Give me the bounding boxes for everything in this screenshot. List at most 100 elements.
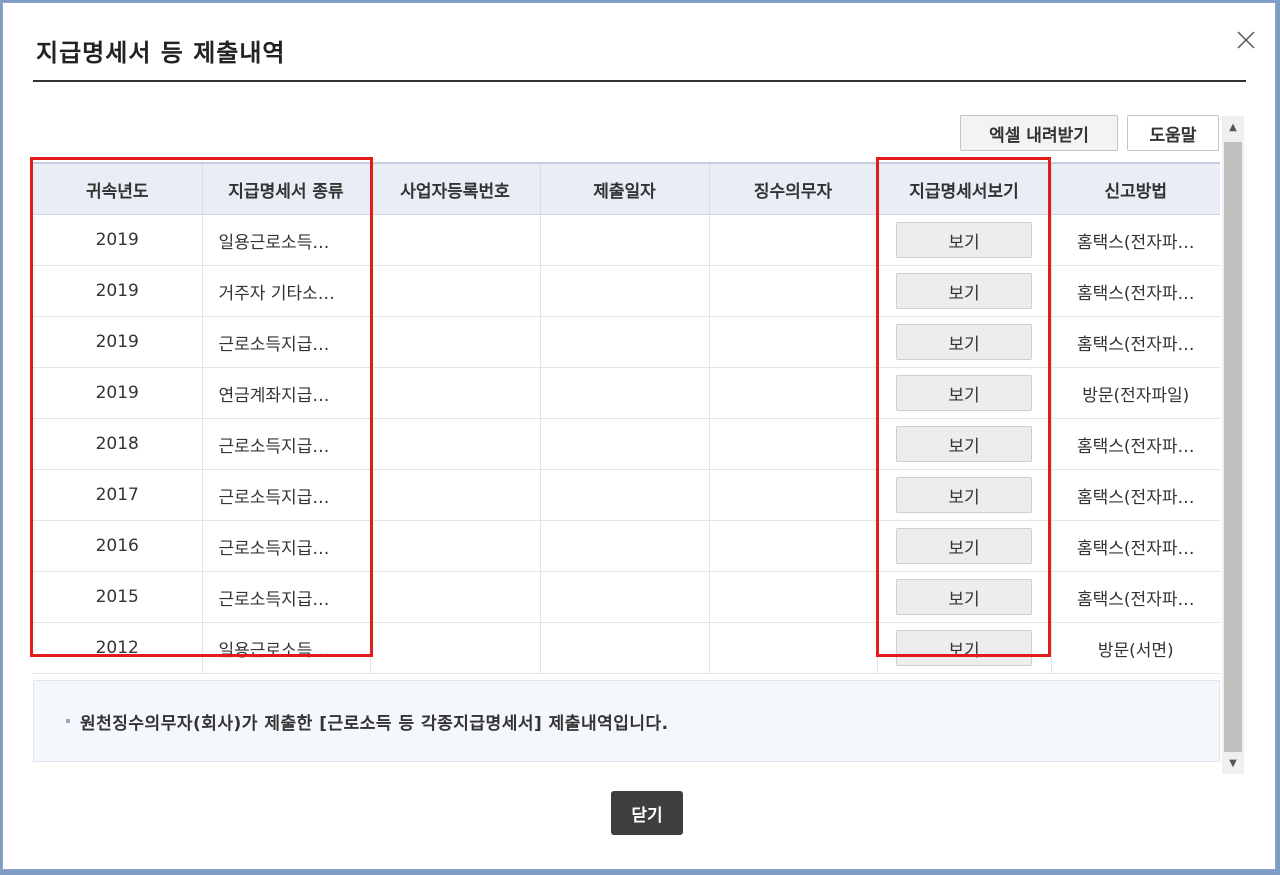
cell-biz-no: [370, 316, 541, 368]
header-type: 지급명세서 종류: [202, 162, 371, 215]
cell-method: 홈택스(전자파…: [1051, 214, 1220, 266]
cell-agent: [709, 520, 878, 572]
cell-view: 보기: [877, 214, 1052, 266]
header-agent: 징수의무자: [709, 162, 878, 215]
cell-view: 보기: [877, 316, 1052, 368]
cell-date: [540, 214, 710, 266]
cell-view: 보기: [877, 469, 1052, 521]
cell-type: 거주자 기타소…: [202, 265, 371, 317]
notice-text: 원천징수의무자(회사)가 제출한 [근로소득 등 각종지급명세서] 제출내역입니…: [80, 713, 669, 734]
view-button[interactable]: 보기: [896, 528, 1032, 564]
cell-agent: [709, 418, 878, 470]
view-button[interactable]: 보기: [896, 273, 1032, 309]
cell-type: 일용근로소득…: [202, 622, 371, 674]
cell-type: 근로소득지급…: [202, 469, 371, 521]
table-row: 2016 근로소득지급… 보기 홈택스(전자파…: [33, 520, 1220, 572]
vertical-scrollbar[interactable]: ▲ ▼: [1222, 116, 1244, 774]
title-divider: [33, 80, 1246, 82]
cell-method: 홈택스(전자파…: [1051, 469, 1220, 521]
view-button[interactable]: 보기: [896, 477, 1032, 513]
cell-view: 보기: [877, 367, 1052, 419]
cell-year: 2016: [33, 520, 203, 572]
view-button[interactable]: 보기: [896, 222, 1032, 258]
cell-year: 2015: [33, 571, 203, 623]
cell-view: 보기: [877, 265, 1052, 317]
cell-method: 방문(전자파일): [1051, 367, 1220, 419]
view-button[interactable]: 보기: [896, 324, 1032, 360]
table-row: 2015 근로소득지급… 보기 홈택스(전자파…: [33, 571, 1220, 623]
table-row: 2018 근로소득지급… 보기 홈택스(전자파…: [33, 418, 1220, 470]
cell-view: 보기: [877, 520, 1052, 572]
cell-view: 보기: [877, 622, 1052, 674]
cell-biz-no: [370, 571, 541, 623]
cell-date: [540, 418, 710, 470]
help-button[interactable]: 도움말: [1127, 115, 1219, 151]
cell-view: 보기: [877, 571, 1052, 623]
cell-year: 2018: [33, 418, 203, 470]
cell-year: 2019: [33, 316, 203, 368]
cell-type: 연금계좌지급…: [202, 367, 371, 419]
cell-agent: [709, 214, 878, 266]
cell-type: 근로소득지급…: [202, 418, 371, 470]
cell-agent: [709, 367, 878, 419]
close-button[interactable]: 닫기: [611, 791, 683, 835]
cell-biz-no: [370, 418, 541, 470]
cell-year: 2019: [33, 214, 203, 266]
cell-agent: [709, 265, 878, 317]
cell-biz-no: [370, 469, 541, 521]
cell-method: 홈택스(전자파…: [1051, 571, 1220, 623]
scroll-down-icon[interactable]: ▼: [1222, 752, 1244, 774]
cell-method: 홈택스(전자파…: [1051, 418, 1220, 470]
cell-type: 근로소득지급…: [202, 571, 371, 623]
table-header-row: 귀속년도 지급명세서 종류 사업자등록번호 제출일자 징수의무자 지급명세서보기…: [33, 162, 1220, 215]
cell-method: 홈택스(전자파…: [1051, 265, 1220, 317]
table-row: 2017 근로소득지급… 보기 홈택스(전자파…: [33, 469, 1220, 521]
cell-biz-no: [370, 265, 541, 317]
cell-agent: [709, 622, 878, 674]
cell-date: [540, 520, 710, 572]
cell-method: 홈택스(전자파…: [1051, 316, 1220, 368]
submission-table: 귀속년도 지급명세서 종류 사업자등록번호 제출일자 징수의무자 지급명세서보기…: [33, 162, 1220, 674]
cell-agent: [709, 571, 878, 623]
header-method: 신고방법: [1051, 162, 1220, 215]
scroll-thumb[interactable]: [1224, 142, 1242, 752]
cell-view: 보기: [877, 418, 1052, 470]
view-button[interactable]: 보기: [896, 375, 1032, 411]
cell-date: [540, 367, 710, 419]
table-row: 2019 일용근로소득… 보기 홈택스(전자파…: [33, 214, 1220, 266]
header-year: 귀속년도: [33, 162, 203, 215]
view-button[interactable]: 보기: [896, 426, 1032, 462]
cell-year: 2017: [33, 469, 203, 521]
cell-type: 근로소득지급…: [202, 520, 371, 572]
cell-agent: [709, 316, 878, 368]
dialog-title: 지급명세서 등 제출내역: [36, 39, 286, 67]
cell-date: [540, 622, 710, 674]
table-row: 2012 일용근로소득… 보기 방문(서면): [33, 622, 1220, 674]
cell-method: 홈택스(전자파…: [1051, 520, 1220, 572]
cell-date: [540, 571, 710, 623]
header-date: 제출일자: [540, 162, 710, 215]
scroll-up-icon[interactable]: ▲: [1222, 116, 1244, 138]
cell-date: [540, 469, 710, 521]
cell-year: 2019: [33, 265, 203, 317]
cell-biz-no: [370, 520, 541, 572]
cell-year: 2012: [33, 622, 203, 674]
header-biz-no: 사업자등록번호: [370, 162, 541, 215]
cell-date: [540, 316, 710, 368]
cell-year: 2019: [33, 367, 203, 419]
table-row: 2019 연금계좌지급… 보기 방문(전자파일): [33, 367, 1220, 419]
notice-box: 원천징수의무자(회사)가 제출한 [근로소득 등 각종지급명세서] 제출내역입니…: [33, 680, 1220, 762]
cell-type: 일용근로소득…: [202, 214, 371, 266]
excel-download-button[interactable]: 엑셀 내려받기: [960, 115, 1118, 151]
view-button[interactable]: 보기: [896, 579, 1032, 615]
cell-method: 방문(서면): [1051, 622, 1220, 674]
close-icon[interactable]: [1232, 26, 1260, 54]
cell-biz-no: [370, 622, 541, 674]
cell-biz-no: [370, 214, 541, 266]
view-button[interactable]: 보기: [896, 630, 1032, 666]
table-row: 2019 거주자 기타소… 보기 홈택스(전자파…: [33, 265, 1220, 317]
cell-type: 근로소득지급…: [202, 316, 371, 368]
header-view: 지급명세서보기: [877, 162, 1052, 215]
bullet-icon: [66, 719, 70, 723]
table-row: 2019 근로소득지급… 보기 홈택스(전자파…: [33, 316, 1220, 368]
